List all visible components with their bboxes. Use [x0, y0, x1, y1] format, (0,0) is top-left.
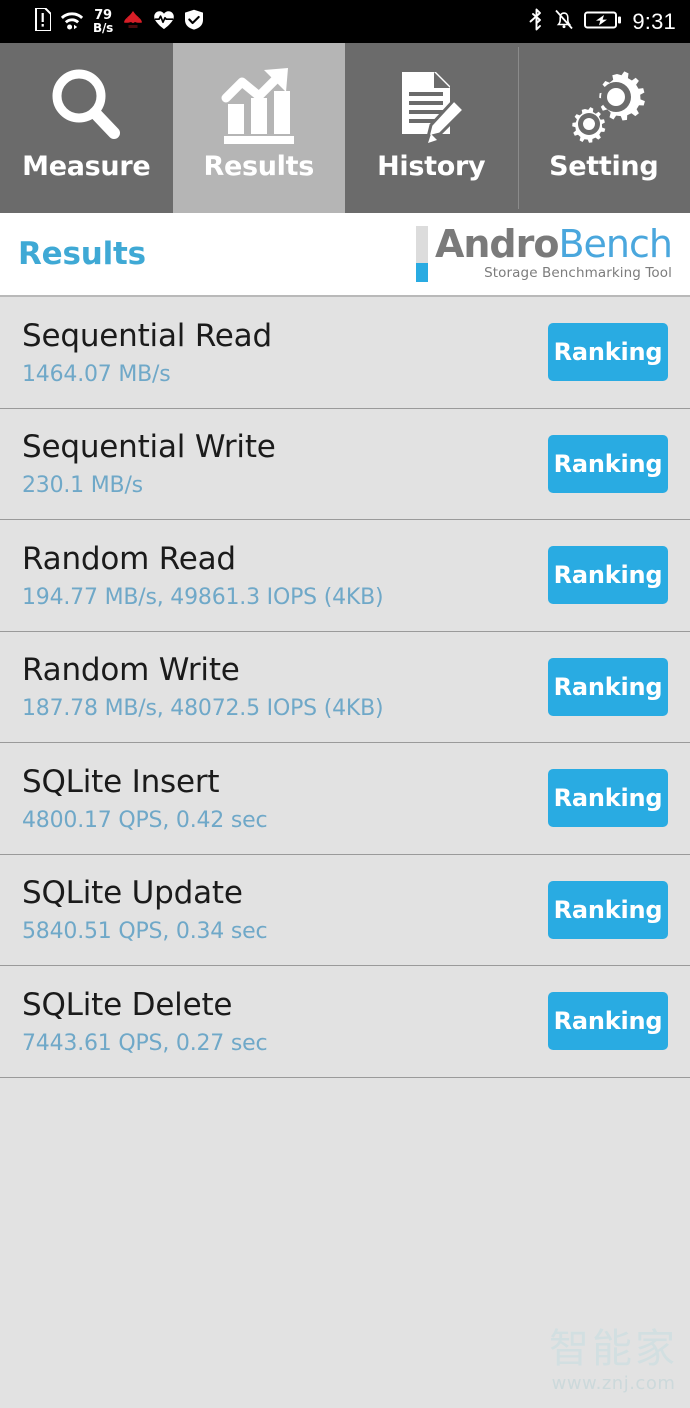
tab-setting-label: Setting — [549, 151, 659, 182]
logo-andro: Andro — [434, 222, 560, 266]
logo-tagline: Storage Benchmarking Tool — [484, 265, 672, 282]
tab-results-label: Results — [203, 151, 315, 182]
tab-measure[interactable]: Measure — [0, 43, 173, 213]
watermark-url: www.znj.com — [551, 1373, 676, 1394]
result-title: SQLite Update — [22, 875, 243, 912]
tab-results[interactable]: Results — [172, 43, 345, 213]
result-value: 194.77 MB/s, 49861.3 IOPS (4KB) — [22, 584, 384, 610]
status-bar-clock: 9:31 — [632, 8, 676, 34]
table-row[interactable]: SQLite Update 5840.51 QPS, 0.34 sec Rank… — [0, 855, 690, 966]
table-row[interactable]: Random Read 194.77 MB/s, 49861.3 IOPS (4… — [0, 520, 690, 632]
magnifier-icon — [43, 65, 129, 149]
result-value: 1464.07 MB/s — [22, 361, 171, 387]
row-texts: Random Read 194.77 MB/s, 49861.3 IOPS (4… — [22, 540, 384, 610]
result-value: 7443.61 QPS, 0.27 sec — [22, 1030, 268, 1056]
security-shield-icon — [184, 9, 204, 34]
tab-setting[interactable]: Setting — [517, 43, 690, 213]
status-bar-left-icons: 79 B/s — [34, 7, 204, 35]
logo-bars-icon — [415, 226, 428, 282]
bluetooth-icon — [529, 8, 544, 35]
row-texts: SQLite Update 5840.51 QPS, 0.34 sec — [22, 875, 268, 945]
result-title: SQLite Insert — [22, 763, 220, 800]
result-title: Sequential Read — [22, 317, 272, 354]
status-bar: 79 B/s 9:31 — [0, 0, 690, 43]
network-speed-unit: B/s — [93, 21, 114, 35]
watermark: 智能家 www.znj.com — [549, 1329, 678, 1394]
result-value: 187.78 MB/s, 48072.5 IOPS (4KB) — [22, 696, 384, 722]
page-title: Results — [18, 236, 146, 272]
ranking-button[interactable]: Ranking — [548, 880, 668, 939]
androbench-logo: AndroBench Storage Benchmarking Tool — [415, 225, 673, 282]
result-title: Random Read — [22, 540, 236, 577]
wifi-icon — [60, 9, 84, 35]
table-row[interactable]: Sequential Read 1464.07 MB/s Ranking — [0, 297, 690, 409]
row-texts: Random Write 187.78 MB/s, 48072.5 IOPS (… — [22, 652, 384, 722]
row-texts: Sequential Write 230.1 MB/s — [22, 429, 276, 498]
logo-bench: Bench — [558, 222, 673, 266]
gears-icon — [561, 65, 647, 149]
result-title: Sequential Write — [22, 429, 276, 466]
mute-bell-icon — [554, 8, 574, 35]
tab-history-label: History — [377, 151, 486, 182]
document-pencil-icon — [388, 65, 474, 149]
ranking-button[interactable]: Ranking — [548, 546, 668, 605]
phone-screen: 79 B/s 9:31 Measure Results History Sett… — [0, 0, 690, 1408]
tab-measure-label: Measure — [22, 151, 151, 182]
result-value: 230.1 MB/s — [22, 473, 143, 499]
app-header: Results AndroBench Storage Benchmarking … — [0, 213, 690, 297]
table-row[interactable]: SQLite Delete 7443.61 QPS, 0.27 sec Rank… — [0, 966, 690, 1078]
table-row[interactable]: Sequential Write 230.1 MB/s Ranking — [0, 409, 690, 520]
battery-charging-icon — [584, 10, 622, 34]
watermark-brand: 智能家 — [549, 1326, 678, 1372]
logo-text: AndroBench Storage Benchmarking Tool — [435, 225, 673, 282]
network-speed-indicator: 79 B/s — [93, 9, 113, 34]
sim-card-alert-icon — [34, 7, 52, 35]
result-title: SQLite Delete — [22, 986, 233, 1023]
main-tab-bar: Measure Results History Setting — [0, 43, 690, 213]
huawei-logo-icon — [122, 9, 144, 35]
ranking-button[interactable]: Ranking — [548, 434, 668, 493]
logo-wordmark: AndroBench — [435, 225, 673, 263]
ranking-button[interactable]: Ranking — [548, 992, 668, 1051]
result-value: 4800.17 QPS, 0.42 sec — [22, 807, 268, 833]
tab-history[interactable]: History — [345, 43, 518, 213]
status-bar-right-icons: 9:31 — [529, 8, 676, 35]
table-row[interactable]: SQLite Insert 4800.17 QPS, 0.42 sec Rank… — [0, 743, 690, 855]
bar-chart-arrow-icon — [216, 65, 302, 149]
row-texts: Sequential Read 1464.07 MB/s — [22, 318, 272, 387]
ranking-button[interactable]: Ranking — [548, 323, 668, 382]
results-list: Sequential Read 1464.07 MB/s Ranking Seq… — [0, 297, 690, 1078]
result-value: 5840.51 QPS, 0.34 sec — [22, 919, 268, 945]
row-texts: SQLite Delete 7443.61 QPS, 0.27 sec — [22, 986, 268, 1056]
heart-rate-icon — [153, 10, 175, 34]
table-row[interactable]: Random Write 187.78 MB/s, 48072.5 IOPS (… — [0, 632, 690, 743]
ranking-button[interactable]: Ranking — [548, 657, 668, 716]
ranking-button[interactable]: Ranking — [548, 769, 668, 828]
result-title: Random Write — [22, 652, 240, 689]
row-texts: SQLite Insert 4800.17 QPS, 0.42 sec — [22, 763, 268, 833]
